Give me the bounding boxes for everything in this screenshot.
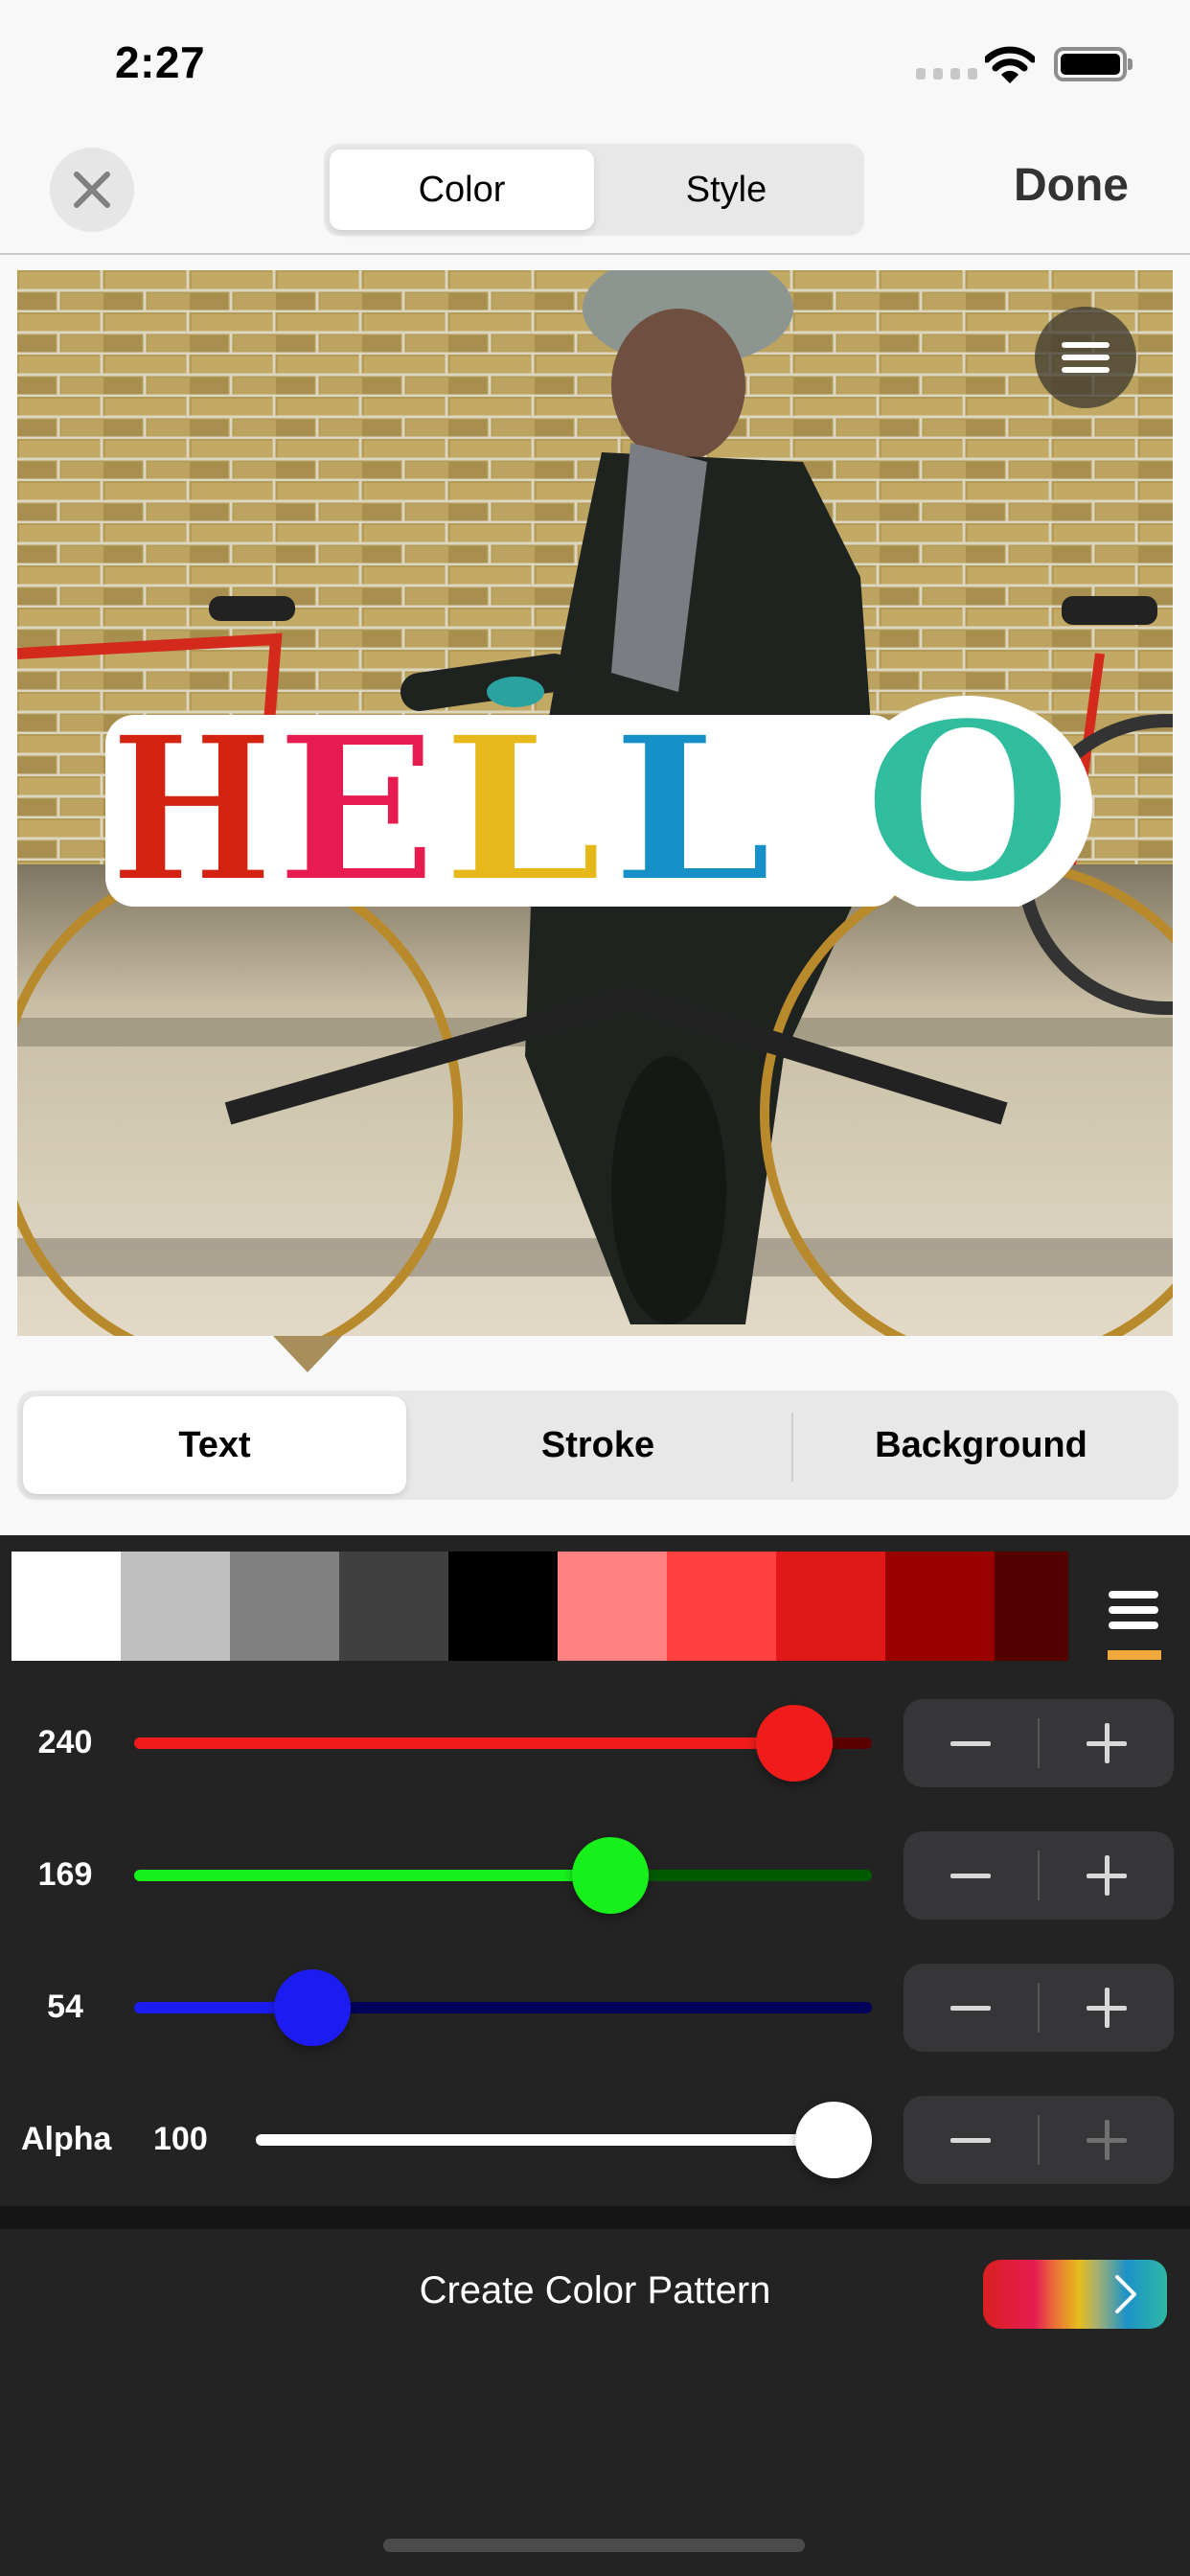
done-button[interactable]: Done xyxy=(1014,159,1129,212)
photo-menu-button[interactable] xyxy=(1035,307,1136,408)
sticker-letter: H xyxy=(110,696,273,907)
target-segmented-control: Text Stroke Background xyxy=(17,1391,1179,1500)
green-slider-thumb[interactable] xyxy=(572,1837,650,1914)
screen: 2:27 Color Style Done H E L L O Text Str… xyxy=(0,0,1190,2576)
green-stepper xyxy=(904,1831,1174,1920)
green-slider-fill xyxy=(134,1870,611,1881)
close-button[interactable] xyxy=(50,148,134,232)
home-indicator xyxy=(383,2539,805,2552)
hello-text-sticker[interactable]: HELLO xyxy=(105,696,1092,907)
battery-icon xyxy=(1054,47,1127,81)
wifi-icon xyxy=(985,46,1035,83)
sticker-letter: E xyxy=(275,696,438,907)
plus-icon xyxy=(1087,1855,1127,1896)
sticker-letter: L xyxy=(441,696,604,907)
color-swatch[interactable] xyxy=(339,1552,448,1661)
tab-stroke[interactable]: Stroke xyxy=(406,1396,790,1494)
color-swatch[interactable] xyxy=(995,1552,1068,1661)
tab-background[interactable]: Background xyxy=(790,1396,1173,1494)
green-value: 169 xyxy=(37,1856,93,1893)
color-swatch[interactable] xyxy=(230,1552,339,1661)
color-swatch[interactable] xyxy=(448,1552,558,1661)
color-swatch[interactable] xyxy=(11,1552,121,1661)
blue-decrement-button[interactable] xyxy=(904,1964,1038,2052)
sticker-letter: O xyxy=(862,696,1073,907)
status-time: 2:27 xyxy=(115,37,206,87)
cellular-signal-icon xyxy=(916,68,977,80)
green-decrement-button[interactable] xyxy=(904,1831,1038,1920)
red-increment-button[interactable] xyxy=(1040,1699,1174,1787)
palette-page-indicator xyxy=(1108,1650,1161,1660)
create-color-pattern-button[interactable] xyxy=(983,2260,1167,2329)
green-increment-button[interactable] xyxy=(1040,1831,1174,1920)
blue-increment-button[interactable] xyxy=(1040,1964,1174,2052)
blue-slider-thumb[interactable] xyxy=(274,1969,352,2046)
blue-stepper xyxy=(904,1964,1174,2052)
nav-divider xyxy=(0,253,1190,255)
selection-pointer xyxy=(273,1336,342,1372)
battery-tip xyxy=(1128,58,1133,70)
color-swatch[interactable] xyxy=(776,1552,885,1661)
chevron-right-icon xyxy=(1115,2275,1136,2313)
mode-segmented-control: Color Style xyxy=(324,144,864,236)
palette-menu-button[interactable] xyxy=(1109,1591,1158,1629)
alpha-slider-fill xyxy=(256,2134,834,2146)
plus-icon xyxy=(1087,1723,1127,1763)
sticker-letter: L xyxy=(610,696,773,907)
tab-text[interactable]: Text xyxy=(23,1396,406,1494)
blue-value: 54 xyxy=(47,1989,83,2025)
alpha-decrement-button[interactable] xyxy=(904,2096,1038,2184)
red-stepper xyxy=(904,1699,1174,1787)
color-swatch[interactable] xyxy=(121,1552,230,1661)
alpha-slider-thumb[interactable] xyxy=(795,2102,872,2178)
color-panel xyxy=(0,1535,1190,2576)
minus-icon xyxy=(950,1873,991,1878)
red-slider-thumb[interactable] xyxy=(756,1705,834,1782)
alpha-value: 100 xyxy=(153,2121,208,2157)
alpha-label: Alpha xyxy=(21,2121,112,2157)
color-swatch[interactable] xyxy=(558,1552,667,1661)
plus-icon xyxy=(1087,1988,1127,2028)
close-icon xyxy=(74,172,110,208)
palette-menu-icon xyxy=(1109,1591,1158,1598)
minus-icon xyxy=(950,1740,991,1746)
color-palette[interactable] xyxy=(11,1552,1068,1661)
tab-color[interactable]: Color xyxy=(330,150,594,230)
minus-icon xyxy=(950,2005,991,2011)
red-value: 240 xyxy=(37,1724,93,1760)
alpha-stepper xyxy=(904,2096,1174,2184)
plus-icon xyxy=(1087,2120,1127,2160)
red-slider-fill xyxy=(134,1737,795,1749)
segment-separator xyxy=(791,1413,793,1482)
color-swatch[interactable] xyxy=(667,1552,776,1661)
section-divider xyxy=(0,2206,1190,2229)
red-decrement-button[interactable] xyxy=(904,1699,1038,1787)
color-swatch[interactable] xyxy=(885,1552,995,1661)
hamburger-menu-icon xyxy=(1062,342,1110,348)
alpha-increment-button xyxy=(1040,2096,1174,2184)
minus-icon xyxy=(950,2137,991,2143)
tab-style[interactable]: Style xyxy=(594,150,858,230)
